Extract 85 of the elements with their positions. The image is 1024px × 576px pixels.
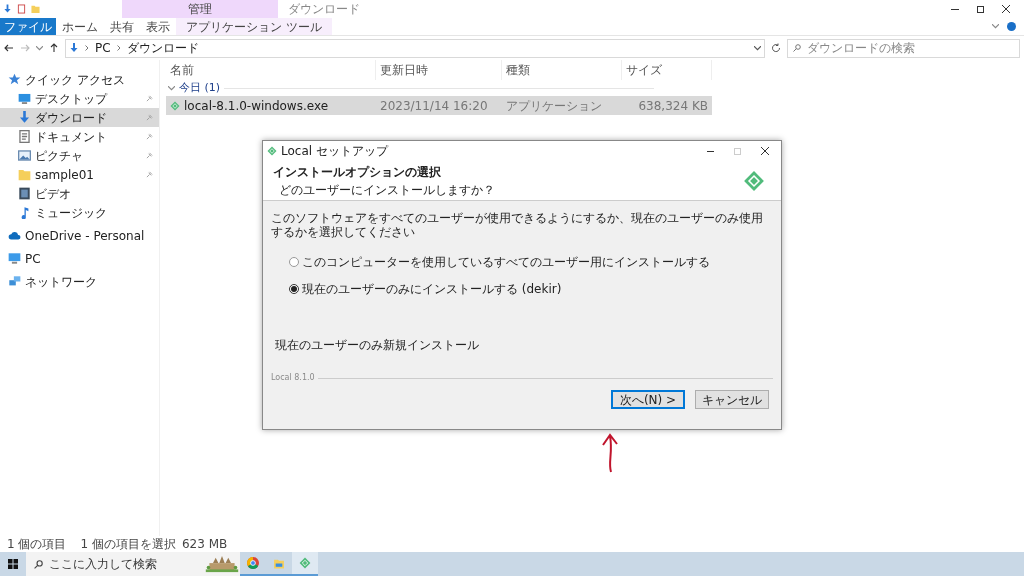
sidebar-item[interactable]: OneDrive - Personal [0,226,159,245]
file-row[interactable]: local-8.1.0-windows.exe 2023/11/14 16:20 アプリケーション 638,324 KB [166,96,712,115]
dialog-title: Local セットアップ [281,143,388,160]
window-title: ダウンロード [287,1,360,18]
column-header[interactable]: サイズ [622,60,712,80]
dialog-heading: インストールオプションの選択 [273,163,442,181]
breadcrumb-item[interactable]: ダウンロード [126,39,199,57]
close-icon[interactable] [1002,5,1010,13]
sidebar-item[interactable]: ドキュメント [0,127,159,146]
sidebar-item[interactable]: クイック アクセス [0,70,159,89]
sidebar-item[interactable]: デスクトップ [0,89,159,108]
sidebar-item[interactable]: sample01 [0,165,159,184]
radio-option[interactable]: このコンピューターを使用しているすべてのユーザー用にインストールする [289,253,773,271]
status-text: 1 個の項目を選択 [80,536,176,553]
diamond-logo-icon [170,100,180,111]
radio-button[interactable] [289,284,299,294]
column-header[interactable]: 種類 [502,60,622,80]
chevron-down-icon[interactable] [168,85,175,91]
sidebar-item[interactable]: PC [0,249,159,268]
search-icon [34,559,43,569]
version-label: Local 8.1.0 [271,372,315,384]
ribbon-tab[interactable]: ホーム [56,18,104,35]
refresh-icon[interactable] [771,43,781,53]
dialog-subheading: どのユーザーにインストールしますか？ [278,181,495,199]
cloud-icon [8,229,21,242]
column-header[interactable]: 更新日時 [376,60,502,80]
film-icon [18,187,31,200]
radio-button[interactable] [289,257,299,267]
chevron-right-icon [85,45,89,51]
close-icon[interactable] [761,147,769,155]
diamond-logo-icon [299,557,311,569]
address-bar[interactable]: PC ダウンロード [65,38,765,58]
group-header[interactable]: 今日 (1) [179,79,221,97]
taskbar-search-field[interactable]: ここに入力して検索 [26,552,240,576]
sidebar-item[interactable]: ミュージック [0,203,159,222]
ribbon-tab[interactable]: アプリケーション ツール [176,18,332,35]
chevron-down-icon[interactable] [992,24,999,29]
sidebar-item[interactable]: ビデオ [0,184,159,203]
windows-logo-icon[interactable] [8,559,18,569]
search-field[interactable]: ダウンロードの検索 [787,38,1020,58]
column-header[interactable]: 名前 [166,60,376,80]
download-icon [69,43,79,53]
breadcrumb-item[interactable]: PC [95,39,111,57]
sidebar-item[interactable]: ダウンロード [0,108,159,127]
minimize-button[interactable] [707,150,714,152]
document-icon [18,130,31,143]
status-note: 現在のユーザーのみ新規インストール [274,337,480,354]
search-icon [793,44,801,52]
table-cell-text: 638,324 KB [637,97,709,115]
ribbon-tab[interactable]: 表示 [140,18,176,35]
diamond-logo-icon [743,169,765,192]
restore-button[interactable] [977,5,984,13]
document-icon[interactable] [17,4,26,14]
file-name: local-8.1.0-windows.exe [184,97,329,115]
chrome-icon [247,557,259,569]
table-cell-text: アプリケーション [505,97,603,115]
dialog-button[interactable]: 次へ(N) > [611,390,685,409]
diamond-logo-icon [267,146,277,156]
image-icon [18,149,31,162]
ribbon-tab[interactable]: 共有 [104,18,140,35]
description-text: このソフトウェアをすべてのユーザーが使用できるようにするか、現在のユーザーのみ使用するかを選択してください [271,211,764,239]
table-cell-text: 2023/11/14 16:20 [379,97,489,115]
minimize-button[interactable] [951,8,959,10]
network-icon [8,275,21,288]
download-icon [18,111,31,124]
dialog-button[interactable]: キャンセル [695,390,769,409]
up-arrow-icon[interactable] [49,43,59,53]
folder-icon [18,168,31,181]
folder-icon [273,557,285,569]
ribbon-tab[interactable]: ファイル [0,18,56,35]
chevron-down-icon[interactable] [754,45,761,51]
status-text: 1 個の項目 [7,536,67,553]
radio-option[interactable]: 現在のユーザーのみにインストールする (dekir) [289,280,773,298]
monitor-icon [18,92,31,105]
chevron-down-icon[interactable] [36,45,43,51]
download-icon [3,4,12,14]
sidebar-item[interactable]: ネットワーク [0,272,159,291]
star-icon [8,73,21,86]
sidebar-item[interactable]: ピクチャ [0,146,159,165]
computer-icon [8,252,21,265]
arrow-drawing [600,432,620,474]
chevron-right-icon [116,45,121,51]
back-arrow-icon[interactable] [4,43,14,53]
status-text: 623 MB [181,536,228,553]
context-tab-group: 管理 [122,0,278,18]
